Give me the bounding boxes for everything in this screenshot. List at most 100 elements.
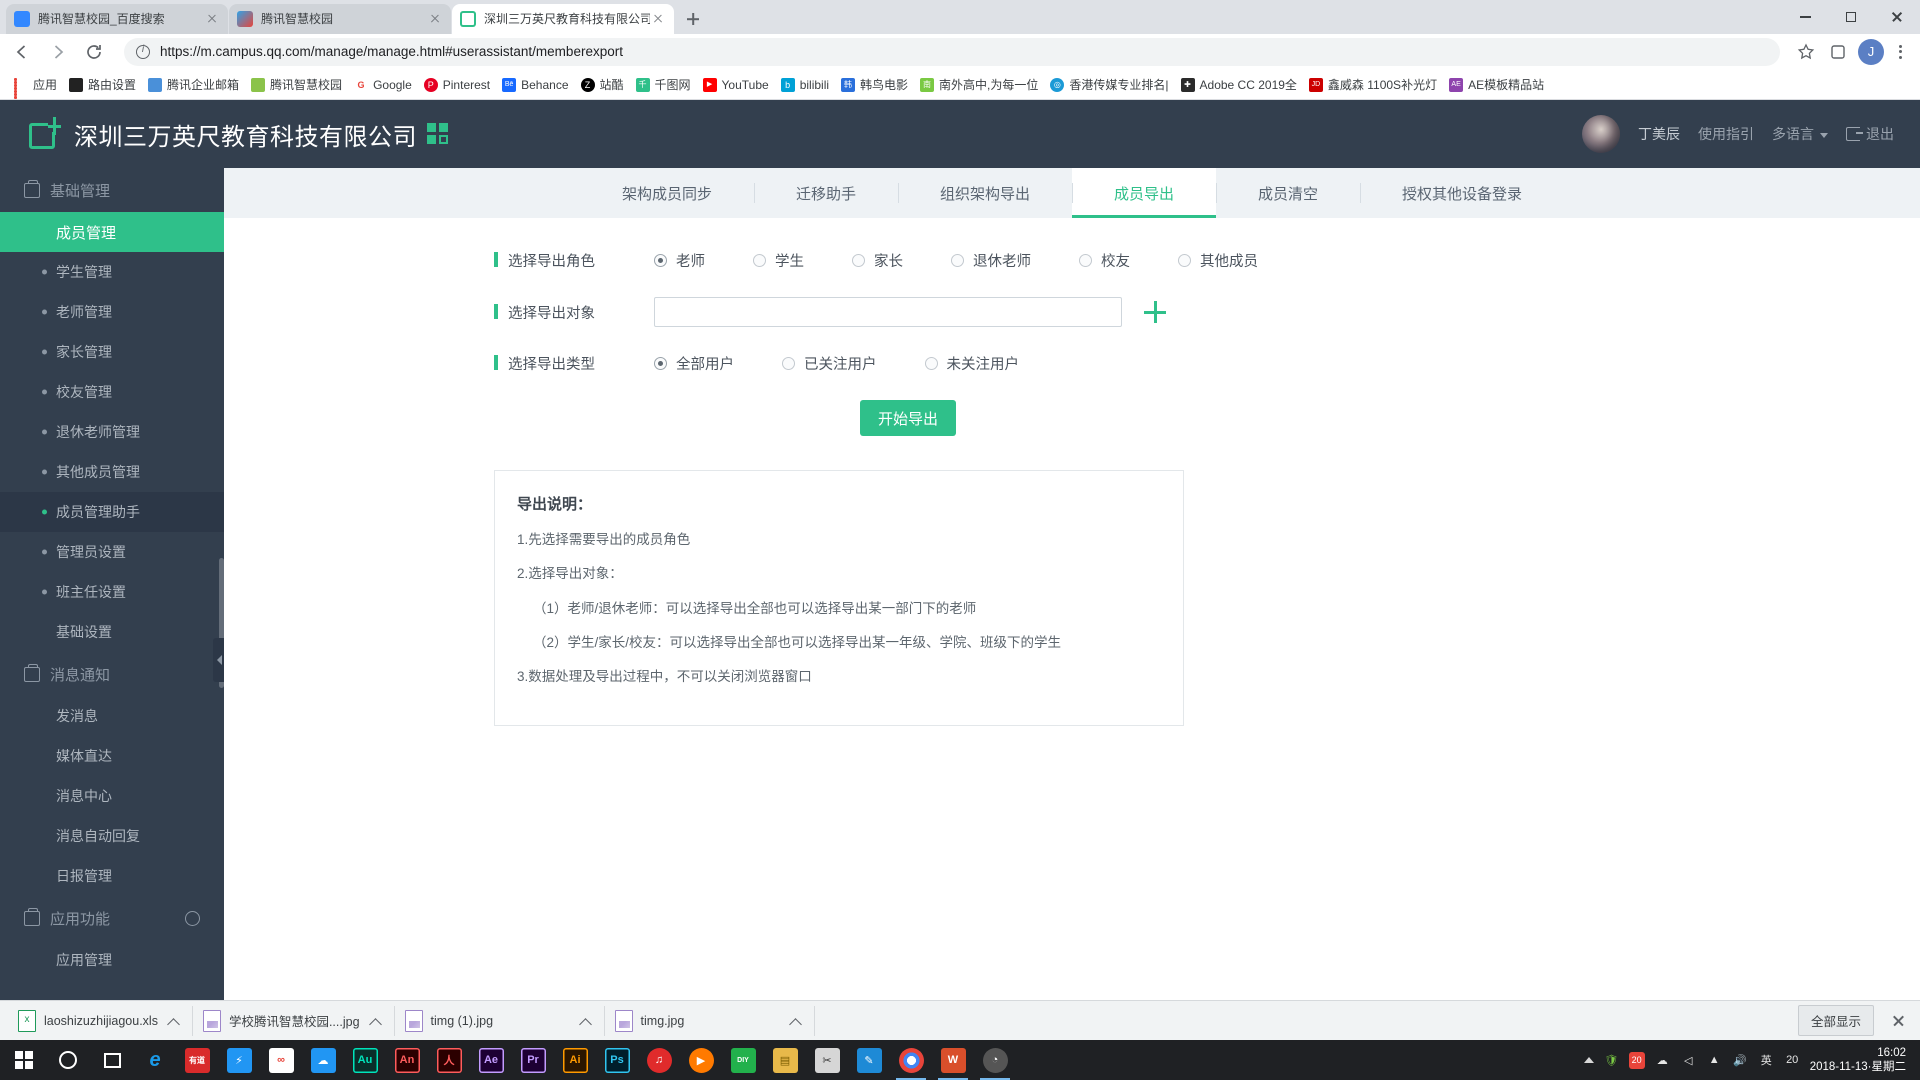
bookmark-item[interactable]: 韩韩鸟电影 [835,73,914,97]
sidebar-item-basic-settings[interactable]: 基础设置 [0,612,224,652]
sidebar-item-students[interactable]: 学生管理 [0,252,224,292]
chrome-menu-icon[interactable] [1888,38,1912,66]
search-circle-icon[interactable] [46,1040,90,1080]
sidebar-item-media[interactable]: 媒体直达 [0,736,224,776]
guide-link[interactable]: 使用指引 [1698,124,1754,144]
bookmark-item[interactable]: 南南外高中,为每一位 [914,73,1044,97]
taskbar-app-acrobat[interactable]: 人 [428,1040,470,1080]
browser-tab-2[interactable]: 腾讯智慧校园 [229,4,451,34]
bookmark-item[interactable]: G Google [348,73,418,97]
sidebar-item-parents[interactable]: 家长管理 [0,332,224,372]
volume-icon[interactable]: 🔊 [1732,1052,1749,1069]
tab-migration-assistant[interactable]: 迁移助手 [753,168,898,218]
sidebar-item-auto-reply[interactable]: 消息自动回复 [0,816,224,856]
download-item[interactable]: timg.jpg [604,1005,815,1036]
taskbar-app-premiere[interactable]: Pr [512,1040,554,1080]
extension-icon[interactable] [1824,38,1852,66]
close-icon[interactable] [204,11,220,27]
show-hidden-icons-icon[interactable] [1583,1057,1594,1063]
close-icon[interactable] [427,11,443,27]
radio-retired-teacher[interactable]: 退休老师 [951,250,1031,271]
bookmark-item[interactable]: 路由设置 [63,73,142,97]
radio-unfollowed-users[interactable]: 未关注用户 [924,353,1019,374]
taskbar-app-baiduyun[interactable]: ☁ [302,1040,344,1080]
bookmark-item[interactable]: ▶ YouTube [697,73,775,97]
windows-start-icon[interactable] [2,1040,46,1080]
bookmark-item[interactable]: P Pinterest [418,73,496,97]
taskbar-app-netease-music[interactable]: ♫ [638,1040,680,1080]
sidebar-item-daily-report[interactable]: 日报管理 [0,856,224,896]
close-downloads-icon[interactable] [1884,1007,1912,1035]
plus-icon[interactable] [1144,301,1166,323]
radio-parent[interactable]: 家长 [852,250,903,271]
taskbar-app-illustrator[interactable]: Ai [554,1040,596,1080]
sidebar-item-headteacher-settings[interactable]: 班主任设置 [0,572,224,612]
download-item[interactable]: laoshizuzhijiagou.xls [8,1005,193,1036]
notification-badge[interactable]: 20 [1628,1051,1645,1069]
taskbar-app-snip[interactable]: ✂ [806,1040,848,1080]
radio-all-users[interactable]: 全部用户 [654,353,734,374]
download-item[interactable]: timg (1).jpg [394,1005,605,1036]
taskbar-app-aftereffects[interactable]: Ae [470,1040,512,1080]
radio-followed-users[interactable]: 已关注用户 [782,353,877,374]
chevron-up-icon[interactable] [788,1013,804,1029]
task-view-icon[interactable] [90,1040,134,1080]
network-icon[interactable]: ☁ [1654,1052,1671,1069]
chevron-up-icon[interactable] [166,1013,182,1029]
minimize-icon[interactable] [1782,0,1828,34]
taskbar-app-photoshop[interactable]: Ps [596,1040,638,1080]
wifi-icon[interactable]: ▲ [1706,1052,1723,1069]
bookmark-item[interactable]: b bilibili [775,73,835,97]
gear-icon[interactable] [185,910,200,926]
bookmark-apps[interactable]: 应用 [8,73,63,99]
sidebar-item-other-members[interactable]: 其他成员管理 [0,452,224,492]
taskbar-app-360[interactable]: ∞ [260,1040,302,1080]
bookmark-star-icon[interactable] [1792,38,1820,66]
clock[interactable]: 16:02 2018-11-13·星期二 [1810,1046,1910,1075]
taskbar-app-explorer[interactable]: ▤ [764,1040,806,1080]
bookmark-item[interactable]: Bē Behance [496,73,574,97]
bookmark-item[interactable]: Z 站酷 [575,73,630,97]
bookmark-item[interactable]: JD 鑫威森 1100S补光灯 [1303,73,1443,97]
tab-member-clear[interactable]: 成员清空 [1216,168,1360,218]
sidebar-group-message[interactable]: 消息通知 [0,652,224,696]
bookmark-item[interactable]: 千千图网 [630,73,697,97]
chevron-up-icon[interactable] [368,1013,384,1029]
download-item[interactable]: 学校腾讯智慧校园....jpg [192,1005,395,1036]
profile-avatar[interactable]: J [1858,38,1884,65]
address-bar[interactable]: https://m.campus.qq.com/manage/manage.ht… [124,37,1780,66]
sidebar-item-alumni[interactable]: 校友管理 [0,372,224,412]
qr-code-icon[interactable] [427,123,449,145]
close-icon[interactable] [650,11,666,27]
browser-tab-3[interactable]: 深圳三万英尺教育科技有限公司_ [452,4,674,34]
site-info-icon[interactable] [136,44,150,59]
radio-alumni[interactable]: 校友 [1079,250,1130,271]
radio-student[interactable]: 学生 [753,250,804,271]
bookmark-item[interactable]: AE AE模板精品站 [1443,73,1550,97]
start-export-button[interactable]: 开始导出 [860,400,956,436]
tab-org-export[interactable]: 组织架构导出 [897,168,1072,218]
bookmark-item[interactable]: ✚ Adobe CC 2019全 [1175,73,1303,97]
avatar[interactable] [1582,115,1620,153]
show-all-downloads-button[interactable]: 全部显示 [1797,1005,1874,1036]
bookmark-item[interactable]: 腾讯企业邮箱 [142,73,245,97]
taskbar-app-thunder[interactable]: ⚡ [218,1040,260,1080]
sidebar-group-apps[interactable]: 应用功能 [0,896,224,940]
taskbar-app-audition[interactable]: Au [344,1040,386,1080]
triangle-icon[interactable]: ◁ [1680,1052,1697,1069]
taskbar-app-other[interactable]: ◔ [974,1040,1016,1080]
reload-icon[interactable] [80,38,108,66]
taskbar-app-ie[interactable]: e [134,1040,176,1080]
sidebar-item-send-message[interactable]: 发消息 [0,696,224,736]
ime-indicator[interactable]: 英 [1758,1052,1775,1069]
taskbar-app-wps[interactable]: W [932,1040,974,1080]
tab-architecture-sync[interactable]: 架构成员同步 [580,168,754,218]
sidebar-collapse-button[interactable] [213,638,224,682]
sidebar-item-member-management[interactable]: 成员管理 [0,212,224,252]
maximize-icon[interactable] [1828,0,1874,34]
radio-other-member[interactable]: 其他成员 [1178,250,1258,271]
bookmark-item[interactable]: ◎ 香港传媒专业排名| [1044,73,1174,97]
taskbar-app-player[interactable]: ▶ [680,1040,722,1080]
taskbar-app-diy[interactable]: DIY [722,1040,764,1080]
language-selector[interactable]: 多语言 [1772,124,1828,144]
